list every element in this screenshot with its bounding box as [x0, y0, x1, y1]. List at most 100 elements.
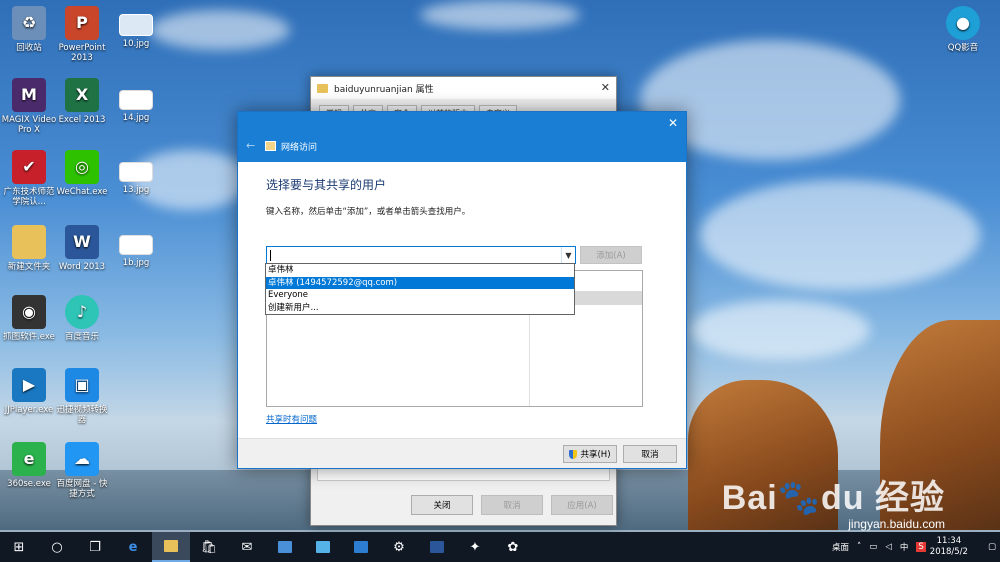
- share-button[interactable]: 共享(H): [563, 445, 617, 463]
- dialog-description: 键入名称，然后单击“添加”，或者单击箭头查找用户。: [266, 207, 471, 217]
- dropdown-option[interactable]: Everyone: [266, 289, 574, 302]
- task-view-icon[interactable]: ❐: [76, 532, 114, 562]
- desktop-icon-label: 抓图软件.exe: [3, 332, 55, 342]
- desktop-icon-baidu-netdisk[interactable]: ☁ 百度网盘 - 快捷方式: [53, 442, 111, 499]
- dialog-footer: 共享(H) 取消: [238, 438, 686, 468]
- desktop-icon-video-converter[interactable]: ▣ 迅捷视频转换器: [53, 368, 111, 425]
- apply-button[interactable]: 应用(A): [551, 495, 613, 515]
- dropdown-option[interactable]: 创建新用户...: [266, 302, 574, 315]
- network-icon[interactable]: ▭: [869, 542, 877, 552]
- chevron-up-icon[interactable]: ˄: [857, 542, 861, 552]
- dialog-cancel-button[interactable]: 取消: [623, 445, 677, 463]
- dropdown-option[interactable]: 卓伟林: [266, 264, 574, 277]
- desktop-icon-label: Excel 2013: [58, 115, 106, 125]
- desktop-icon-label: JJPlayer.exe: [4, 405, 54, 415]
- desktop-icon-label: 广东技术师范学院认...: [3, 187, 55, 207]
- watermark-brand: Bai: [721, 479, 778, 517]
- settings-gear-icon[interactable]: ⚙: [380, 532, 418, 562]
- desktop-icon-powerpoint[interactable]: P PowerPoint 2013: [53, 6, 111, 63]
- properties-titlebar: baiduyunruanjian 属性: [311, 77, 616, 99]
- store-icon[interactable]: 🛍: [190, 532, 228, 562]
- folder-icon: [12, 225, 46, 259]
- desktop-icon-label: MAGIX Video Pro X: [1, 115, 57, 135]
- desktop-icon-excel[interactable]: X Excel 2013: [53, 78, 111, 125]
- desktop-icon-jpg-13[interactable]: 13.jpg: [107, 162, 165, 195]
- image-file-icon: [119, 235, 153, 255]
- app-icon-2[interactable]: [304, 532, 342, 562]
- dialog-header: ✕ ← 网络访问: [238, 112, 686, 162]
- close-icon[interactable]: ✕: [601, 81, 610, 94]
- cancel-button[interactable]: 取消: [481, 495, 543, 515]
- dropdown-option-selected[interactable]: 卓伟林 (1494572592@qq.com): [266, 276, 574, 289]
- notification-icon[interactable]: ▢: [988, 542, 996, 552]
- desktop-icon-wechat[interactable]: ◎ WeChat.exe: [53, 150, 111, 197]
- player-icon: ▶: [12, 368, 46, 402]
- excel-icon: X: [65, 78, 99, 112]
- desktop-icon-label: 百度音乐: [64, 332, 99, 342]
- user-name-combobox[interactable]: ▼: [266, 246, 576, 264]
- desktop-icon-recycle-bin[interactable]: ♻ 回收站: [0, 6, 58, 53]
- network-app-icon: [265, 141, 276, 151]
- music-icon: ♪: [65, 295, 99, 329]
- desktop-icon-screenshot[interactable]: ◉ 抓图软件.exe: [0, 295, 58, 342]
- desktop-icon-label: WeChat.exe: [56, 187, 108, 197]
- back-arrow-icon[interactable]: ←: [246, 139, 255, 152]
- desktop-icon-gdtech[interactable]: ✔ 广东技术师范学院认...: [0, 150, 58, 207]
- ime-label[interactable]: 中: [900, 541, 909, 553]
- user-dropdown-list: 卓伟林 卓伟林 (1494572592@qq.com) Everyone 创建新…: [265, 263, 575, 315]
- app-icon-5[interactable]: ✿: [494, 532, 532, 562]
- desktop-icon-word[interactable]: W Word 2013: [53, 225, 111, 272]
- desktop-icon-jjplayer[interactable]: ▶ JJPlayer.exe: [0, 368, 58, 415]
- desktop-icon-jpg-14[interactable]: 14.jpg: [107, 90, 165, 123]
- app-icon: ✔: [12, 150, 46, 184]
- app-icon-1[interactable]: [266, 532, 304, 562]
- watermark-brand2: du: [821, 479, 865, 517]
- image-file-icon: [119, 14, 153, 36]
- add-button[interactable]: 添加(A): [580, 246, 642, 264]
- desktop-icon-label: 1b.jpg: [122, 258, 150, 268]
- desktop-icon-baidu-music[interactable]: ♪ 百度音乐: [53, 295, 111, 342]
- close-button[interactable]: 关闭: [411, 495, 473, 515]
- uac-shield-icon: [569, 449, 578, 459]
- qq-player-icon: ●: [946, 6, 980, 40]
- mail-icon[interactable]: ✉: [228, 532, 266, 562]
- app-icon-3[interactable]: [342, 532, 380, 562]
- desktop-icon-jpg-10[interactable]: 10.jpg: [107, 14, 165, 49]
- browser-360-icon: e: [12, 442, 46, 476]
- watermark-url: jingyan.baidu.com: [848, 517, 945, 531]
- sharing-help-link[interactable]: 共享时有问题: [266, 413, 317, 425]
- start-windows-icon[interactable]: ⊞: [0, 532, 38, 562]
- cortana-search-icon[interactable]: ○: [38, 532, 76, 562]
- camera-icon: ◉: [12, 295, 46, 329]
- desktop-icon-magix[interactable]: M MAGIX Video Pro X: [0, 78, 58, 135]
- desktop-icon-new-folder[interactable]: 新建文件夹: [0, 225, 58, 272]
- desktop-icon-qq-player[interactable]: ● QQ影音: [934, 6, 992, 53]
- taskbar: ⊞ ○ ❐ e 🛍 ✉ ⚙ ✦ ✿ 桌面 ˄ ▭ ◁ 中 S 11:34 201…: [0, 532, 1000, 562]
- text-cursor: [270, 250, 271, 261]
- desktop-icon-label: Word 2013: [58, 262, 106, 272]
- sogou-ime-icon[interactable]: S: [916, 542, 926, 552]
- properties-title: baiduyunruanjian 属性: [334, 84, 434, 95]
- edge-browser-icon[interactable]: e: [114, 532, 152, 562]
- desktop-toolbar-label[interactable]: 桌面: [832, 541, 849, 553]
- clock-time: 11:34: [936, 536, 962, 546]
- desktop-icon-label: 14.jpg: [122, 113, 150, 123]
- clock-date: 2018/5/2: [929, 547, 968, 557]
- clock[interactable]: 11:34 2018/5/2: [930, 536, 968, 558]
- close-icon[interactable]: ✕: [668, 116, 678, 130]
- folder-icon: [317, 83, 328, 93]
- word-icon: W: [65, 225, 99, 259]
- desktop-icon-jpg-1b[interactable]: 1b.jpg: [107, 235, 165, 268]
- dialog-title: 网络访问: [281, 143, 318, 153]
- word-taskbar-icon[interactable]: [418, 532, 456, 562]
- system-tray: 桌面 ˄ ▭ ◁ 中 S 11:34 2018/5/2 ▢: [828, 532, 1000, 562]
- desktop-icon-360se[interactable]: e 360se.exe: [0, 442, 58, 489]
- desktop-icon-label: 百度网盘 - 快捷方式: [56, 479, 108, 499]
- recycle-bin-icon: ♻: [12, 6, 46, 40]
- desktop-icon-label: 新建文件夹: [7, 262, 51, 272]
- wechat-icon: ◎: [65, 150, 99, 184]
- app-icon-4[interactable]: ✦: [456, 532, 494, 562]
- file-explorer-icon[interactable]: [152, 532, 190, 562]
- volume-icon[interactable]: ◁: [885, 542, 892, 552]
- chevron-down-icon[interactable]: ▼: [561, 247, 575, 263]
